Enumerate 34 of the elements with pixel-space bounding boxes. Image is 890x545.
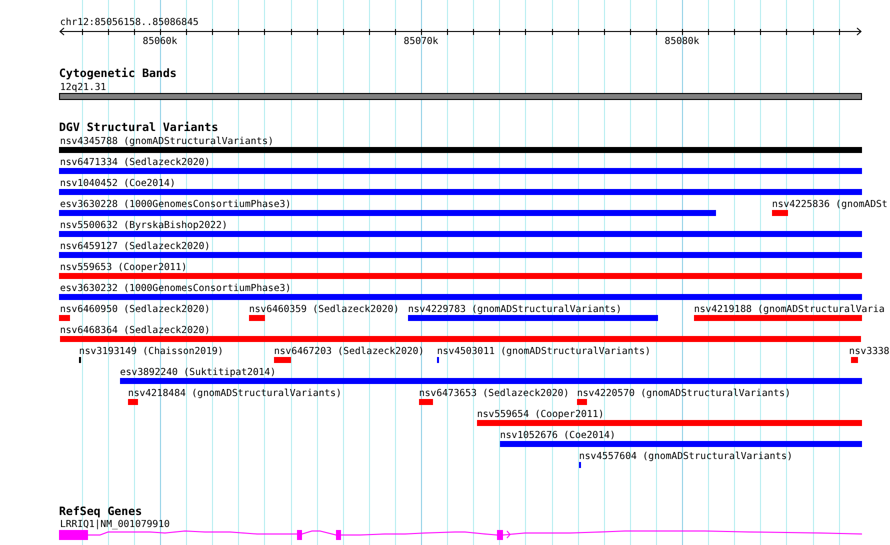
variant-label: nsv6459127 (Sedlazeck2020) — [60, 241, 210, 252]
track-title: RefSeq Genes — [59, 504, 142, 518]
variant-label: nsv559653 (Cooper2011) — [60, 262, 188, 273]
variant-label: nsv1052676 (Coe2014) — [500, 430, 616, 441]
variant-label: esv3892240 (Suktitipat2014) — [120, 367, 276, 378]
location-label: chr12:85056158..85086845 — [60, 17, 199, 28]
variant-label: nsv559654 (Cooper2011) — [477, 409, 604, 420]
variant-label: nsv4229783 (gnomADStructuralVariants) — [408, 304, 622, 315]
gene-label: LRRIQ1|NM_001079910 — [60, 519, 170, 530]
tick-label: 85070k — [404, 36, 438, 47]
tick-label: 85060k — [142, 36, 178, 47]
variant-label: nsv5500632 (ByrskaBishop2022) — [60, 220, 228, 231]
variant-label: nsv3193149 (Chaisson2019) — [79, 346, 224, 357]
variant-label: nsv6473653 (Sedlazeck2020) — [419, 388, 570, 399]
variant-label: nsv3338 — [849, 346, 890, 357]
variant-label: nsv4557604 (gnomADStructuralVariants) — [579, 451, 793, 462]
variant-label: esv3630228 (1000GenomesConsortiumPhase3) — [60, 199, 292, 210]
variant-label: nsv6460950 (Sedlazeck2020) — [60, 304, 210, 315]
track-title: Cytogenetic Bands — [59, 66, 177, 80]
variant-label: nsv4345788 (gnomADStructuralVariants) — [60, 136, 274, 147]
variant-label: nsv1040452 (Coe2014) — [60, 178, 176, 189]
variant-label: nsv4220570 (gnomADStructuralVariants) — [577, 388, 791, 399]
track-title: DGV Structural Variants — [59, 120, 218, 134]
variant-label: nsv4219188 (gnomADStructuralVaria — [694, 304, 885, 315]
variant-label: nsv6471334 (Sedlazeck2020) — [60, 157, 210, 168]
variant-label: nsv6460359 (Sedlazeck2020) — [249, 304, 400, 315]
variant-label: nsv4225836 (gnomADSt — [772, 199, 888, 210]
variant-label: nsv4503011 (gnomADStructuralVariants) — [437, 346, 651, 357]
variant-label: nsv6468364 (Sedlazeck2020) — [60, 325, 210, 336]
variant-label: esv3630232 (1000GenomesConsortiumPhase3) — [60, 283, 292, 294]
variant-label: nsv4218484 (gnomADStructuralVariants) — [128, 388, 342, 399]
tick-label: 85080k — [664, 36, 700, 47]
band-label: 12q21.31 — [60, 82, 106, 93]
variant-label: nsv6467203 (Sedlazeck2020) — [274, 346, 424, 357]
